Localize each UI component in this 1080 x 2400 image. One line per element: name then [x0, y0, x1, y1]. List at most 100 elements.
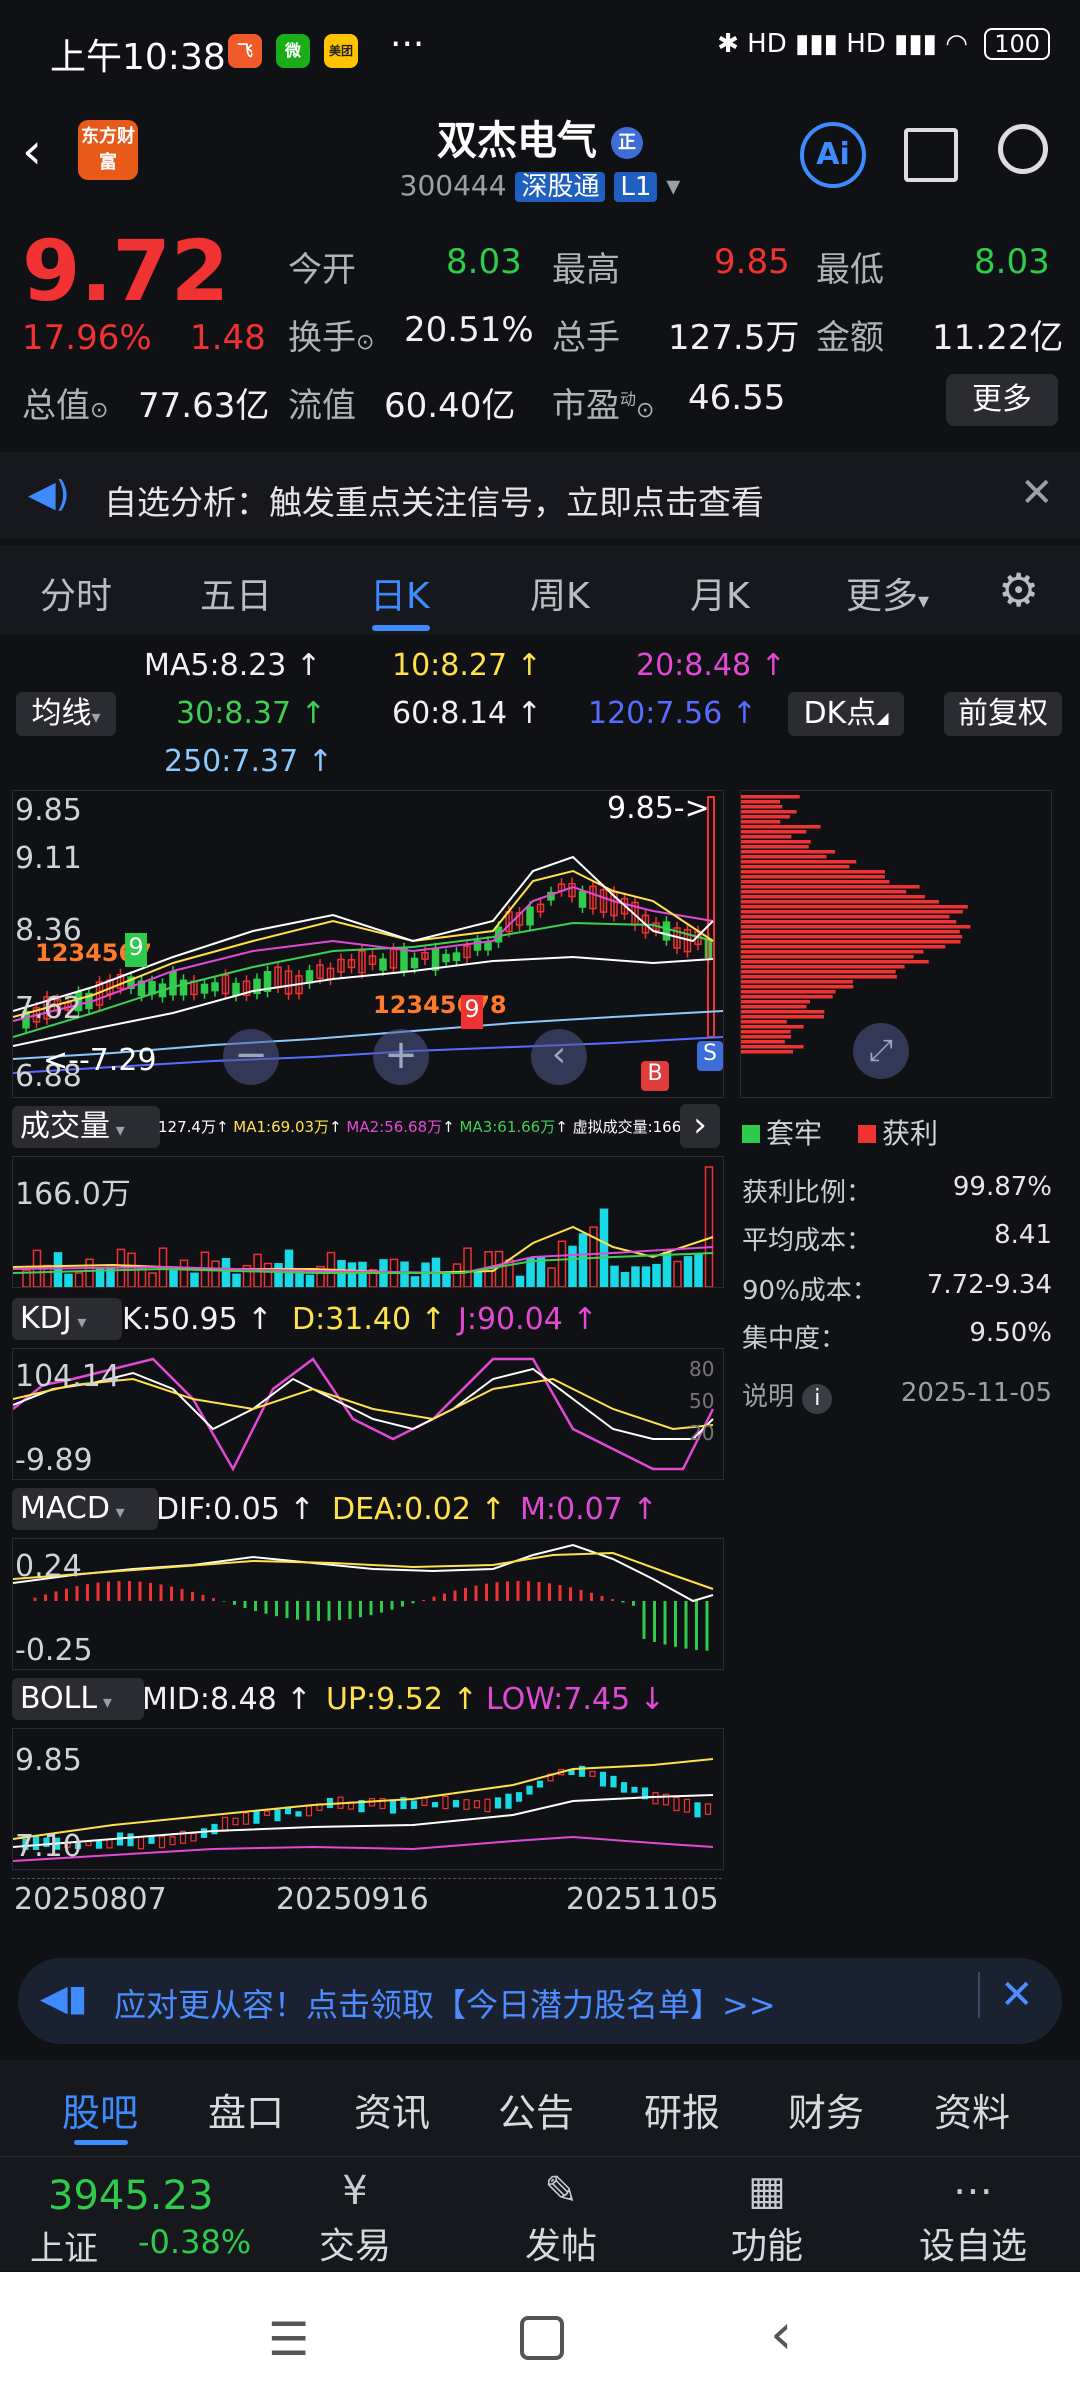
volume-bar — [221, 1257, 231, 1287]
home-icon[interactable] — [520, 2316, 564, 2360]
boll-candle — [599, 1771, 607, 1787]
macd-bar — [705, 1601, 709, 1651]
post-button[interactable]: ✎ 发帖 — [486, 2165, 636, 2269]
macd-axis-top: 0.24 — [15, 1549, 82, 1584]
macd-bar — [254, 1601, 257, 1612]
chip-bar — [741, 880, 890, 884]
volume-bar — [652, 1263, 661, 1287]
tab-orderbook[interactable]: 盘口 — [208, 2082, 284, 2137]
share-icon[interactable] — [904, 128, 958, 182]
boll-candle — [505, 1793, 512, 1809]
boll-candle — [704, 1803, 712, 1815]
boll-candle — [610, 1775, 617, 1788]
scroll-left-icon[interactable]: ‹ — [531, 1029, 587, 1085]
chip-bar — [741, 915, 950, 919]
chip-bar — [741, 935, 963, 939]
candle-body — [232, 982, 240, 997]
tab-monthly-k[interactable]: 月K — [690, 567, 750, 619]
boll-low-value: LOW:7.45 ↓ — [486, 1682, 665, 1717]
index-value[interactable]: 3945.23 — [48, 2173, 213, 2219]
macd-bar — [75, 1586, 79, 1601]
macd-bar — [453, 1590, 457, 1601]
ma-type-select[interactable]: 均线▾ — [16, 692, 116, 736]
tab-news[interactable]: 资讯 — [354, 2082, 430, 2137]
volume-indicator-select[interactable]: 成交量 ▾ — [12, 1106, 160, 1148]
boll-axis-top: 9.85 — [15, 1743, 82, 1778]
index-change: -0.38% — [138, 2223, 252, 2261]
back-nav-icon[interactable]: ‹ — [770, 2302, 792, 2367]
tab-announcements[interactable]: 公告 — [498, 2082, 574, 2137]
boll-candle — [284, 1807, 292, 1815]
tab-finance[interactable]: 财务 — [788, 2082, 864, 2137]
ai-button[interactable]: Ai — [800, 122, 866, 188]
chip-bar — [741, 1050, 794, 1054]
macd-bar — [96, 1582, 100, 1601]
boll-candle — [463, 1799, 470, 1810]
menu-icon[interactable]: ☰ — [268, 2312, 309, 2366]
amount-value: 11.22亿 — [932, 318, 1064, 358]
macd-bar — [369, 1601, 373, 1616]
trade-button[interactable]: ¥ 交易 — [280, 2165, 430, 2269]
candle-body — [379, 958, 387, 971]
chip-bar — [741, 1015, 825, 1019]
speaker-icon: ◀) — [28, 474, 70, 515]
macd-bar — [474, 1585, 478, 1601]
volume-bar — [190, 1272, 199, 1287]
settings-gear-icon[interactable]: ⚙ — [998, 563, 1039, 617]
tab-forum[interactable]: 股吧 — [62, 2082, 138, 2137]
macd-bar — [642, 1601, 646, 1639]
kdj-select[interactable]: KDJ ▾ — [12, 1298, 122, 1340]
chip-bar — [741, 885, 920, 889]
macd-select[interactable]: MACD ▾ — [12, 1488, 158, 1530]
macd-bar — [506, 1581, 509, 1601]
notice-bar[interactable]: ◀) 自选分析：触发重点关注信号，立即点击查看 ✕ — [0, 452, 1080, 538]
action-bar: 3945.23 上证 -0.38% ¥ 交易 ✎ 发帖 ▦ 功能 ⋯ 设自选 — [0, 2156, 1080, 2271]
search-icon[interactable] — [998, 124, 1048, 174]
tab-intraday[interactable]: 分时 — [40, 567, 112, 619]
stock-header: ‹ 东方财富 双杰电气 正 300444 深股通 L1 ▾ Ai — [0, 100, 1080, 210]
tab-daily-k[interactable]: 日K — [370, 567, 430, 619]
expand-icon[interactable]: ⤢ — [853, 1023, 909, 1079]
boll-candle — [673, 1796, 680, 1812]
open-label: 今开 — [288, 250, 356, 290]
more-button[interactable]: 更多 — [946, 374, 1058, 426]
volume-bar — [662, 1251, 672, 1287]
tab-profile[interactable]: 资料 — [934, 2082, 1010, 2137]
low-value: 8.03 — [974, 242, 1050, 282]
adjust-button[interactable]: 前复权 — [944, 692, 1062, 736]
tab-research[interactable]: 研报 — [644, 2082, 720, 2137]
candle-body — [200, 983, 209, 994]
tab-more[interactable]: 更多▾ — [846, 567, 929, 619]
macd-bar — [128, 1581, 131, 1601]
chip-bar — [741, 1040, 785, 1044]
candle-body — [431, 948, 440, 971]
macd-bar — [485, 1583, 488, 1601]
close-icon[interactable]: ✕ — [1020, 470, 1054, 516]
kline-chart[interactable]: 9.85 9.11 8.36 7.62 6.88 9.85-> <--7.29 … — [12, 790, 724, 1098]
promo-close-icon[interactable]: ✕ — [978, 1972, 1034, 2018]
td-sequence-a-end: 9 — [125, 933, 147, 967]
zoom-in-icon[interactable]: + — [373, 1029, 429, 1085]
high-value: 9.85 — [714, 242, 790, 282]
price-axis-top: 9.85 — [15, 793, 82, 828]
macd-bar — [65, 1588, 68, 1601]
chip-note[interactable]: 说明 i — [742, 1376, 833, 1414]
dk-point-button[interactable]: DK点◢ — [788, 692, 904, 736]
tab-five-day[interactable]: 五日 — [200, 567, 272, 619]
collapse-panel-button[interactable]: › — [680, 1104, 720, 1148]
boll-select[interactable]: BOLL ▾ — [12, 1678, 144, 1720]
kdj-ref-50: 50 — [689, 1389, 715, 1413]
chip-bar — [741, 900, 939, 904]
chip-bar — [741, 800, 781, 804]
macd-bar — [548, 1583, 551, 1601]
tab-weekly-k[interactable]: 周K — [530, 567, 590, 619]
functions-button[interactable]: ▦ 功能 — [692, 2165, 842, 2269]
promo-banner[interactable]: ◀▮ 应对更从容！点击领取【今日潜力股名单】>> ✕ — [18, 1958, 1062, 2044]
zoom-out-icon[interactable]: − — [223, 1029, 279, 1085]
chip-distribution-chart: ⤢ — [740, 790, 1052, 1098]
boll-candle — [515, 1792, 523, 1802]
volume-bar — [694, 1254, 703, 1287]
volume-axis-label: 166.0万 — [15, 1177, 131, 1212]
add-watchlist-button[interactable]: ⋯ 设自选 — [898, 2165, 1048, 2269]
macd-bar — [180, 1589, 184, 1601]
